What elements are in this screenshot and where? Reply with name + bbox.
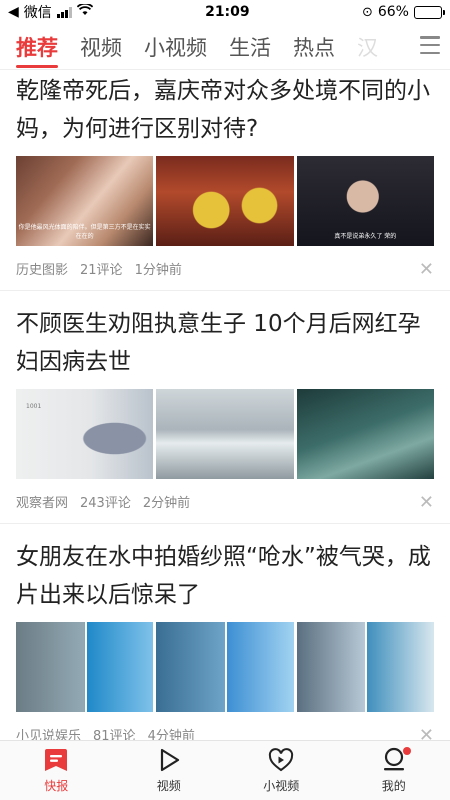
tab-video[interactable]: 视频 bbox=[80, 32, 122, 62]
article-title[interactable]: 乾隆帝死后，嘉庆帝对众多处境不同的小妈，为何进行区别对待? bbox=[16, 72, 434, 148]
nav-profile[interactable]: 我的 bbox=[338, 741, 450, 800]
article-image[interactable]: 真不是说弟永久了 荣的 bbox=[296, 156, 434, 246]
nav-video-label: 视频 bbox=[156, 779, 181, 793]
nav-video[interactable]: 视频 bbox=[113, 741, 226, 800]
tab-short-video[interactable]: 小视频 bbox=[144, 32, 207, 62]
article-images[interactable] bbox=[16, 622, 434, 712]
article-image[interactable] bbox=[296, 389, 434, 479]
rotation-lock-icon: ⊙ bbox=[361, 4, 373, 20]
signal-icon bbox=[56, 6, 72, 18]
bottom-nav: 快报 视频 小视频 我的 bbox=[0, 740, 450, 800]
article-meta: 历史图影 21评论 1分钟前 ✕ bbox=[16, 246, 434, 290]
article-images[interactable]: 1001 bbox=[16, 389, 434, 479]
play-icon bbox=[156, 747, 182, 773]
article-time: 4分钟前 bbox=[147, 728, 195, 741]
article-title[interactable]: 不顾医生劝阻执意生子 10个月后网红孕妇因病去世 bbox=[16, 305, 434, 381]
article-card[interactable]: 女朋友在水中拍婚纱照“呛水”被气哭，成片出来以后惊呆了 小见说娱乐 81评论 4… bbox=[0, 524, 450, 740]
article-image[interactable]: 你是他最风光体面的陪伴。但是第三方不是在实实在在的 bbox=[16, 156, 154, 246]
article-source[interactable]: 历史图影 bbox=[16, 259, 68, 278]
heart-play-icon bbox=[268, 747, 294, 773]
status-bar: ◀ 微信 21:09 ⊙ 66% bbox=[0, 0, 450, 24]
image-caption: 你是他最风光体面的陪伴。但是第三方不是在实实在在的 bbox=[18, 224, 151, 240]
article-image[interactable] bbox=[156, 389, 294, 479]
article-image[interactable] bbox=[296, 622, 434, 712]
article-time: 2分钟前 bbox=[142, 495, 191, 511]
battery-icon bbox=[413, 5, 445, 19]
back-to-app-icon[interactable]: ◀ bbox=[8, 4, 19, 20]
nav-short-video-label: 小视频 bbox=[263, 779, 300, 793]
nav-short-video[interactable]: 小视频 bbox=[225, 741, 338, 800]
article-source[interactable]: 观察者网 bbox=[16, 492, 68, 511]
channel-menu-icon[interactable] bbox=[420, 36, 440, 54]
nav-news-label: 快报 bbox=[44, 779, 69, 793]
article-images[interactable]: 你是他最风光体面的陪伴。但是第三方不是在实实在在的 真不是说弟永久了 荣的 bbox=[16, 156, 434, 246]
tab-recommend[interactable]: 推荐 bbox=[16, 32, 58, 68]
image-caption: 真不是说弟永久了 荣的 bbox=[334, 233, 397, 240]
notification-dot bbox=[402, 747, 411, 755]
article-meta: 小见说娱乐 81评论 4分钟前 ✕ bbox=[16, 712, 434, 740]
image-text: 1001 bbox=[26, 403, 42, 410]
tab-next[interactable]: 汉 bbox=[357, 32, 378, 62]
dismiss-icon[interactable]: ✕ bbox=[419, 492, 434, 513]
dismiss-icon[interactable]: ✕ bbox=[419, 259, 434, 280]
article-card[interactable]: 不顾医生劝阻执意生子 10个月后网红孕妇因病去世 1001 观察者网 243评论… bbox=[0, 291, 450, 524]
article-comments: 21评论 bbox=[80, 262, 123, 278]
nav-news[interactable]: 快报 bbox=[0, 741, 113, 800]
dismiss-icon[interactable]: ✕ bbox=[419, 725, 434, 740]
article-meta: 观察者网 243评论 2分钟前 ✕ bbox=[16, 479, 434, 523]
battery-percent: 66% bbox=[377, 4, 409, 20]
wifi-icon bbox=[76, 2, 94, 20]
article-comments: 81评论 bbox=[93, 728, 136, 741]
article-image[interactable]: 1001 bbox=[16, 389, 154, 479]
news-feed[interactable]: 乾隆帝死后，嘉庆帝对众多处境不同的小妈，为何进行区别对待? 你是他最风光体面的陪… bbox=[0, 62, 450, 740]
article-source[interactable]: 小见说娱乐 bbox=[16, 725, 81, 741]
article-comments: 243评论 bbox=[80, 495, 131, 511]
tab-life[interactable]: 生活 bbox=[229, 32, 271, 62]
nav-profile-label: 我的 bbox=[381, 779, 406, 793]
article-image[interactable] bbox=[156, 156, 294, 246]
article-title[interactable]: 女朋友在水中拍婚纱照“呛水”被气哭，成片出来以后惊呆了 bbox=[16, 538, 434, 614]
carrier-label: 微信 bbox=[23, 5, 52, 21]
image-divider bbox=[224, 622, 227, 712]
news-icon bbox=[43, 747, 69, 773]
clock: 21:09 bbox=[205, 4, 250, 20]
article-card[interactable]: 乾隆帝死后，嘉庆帝对众多处境不同的小妈，为何进行区别对待? 你是他最风光体面的陪… bbox=[0, 72, 450, 291]
article-time: 1分钟前 bbox=[134, 262, 182, 278]
article-image[interactable] bbox=[16, 622, 154, 712]
tab-hot[interactable]: 热点 bbox=[293, 32, 335, 62]
article-image[interactable] bbox=[156, 622, 294, 712]
image-divider bbox=[365, 622, 368, 712]
image-divider bbox=[84, 622, 87, 712]
